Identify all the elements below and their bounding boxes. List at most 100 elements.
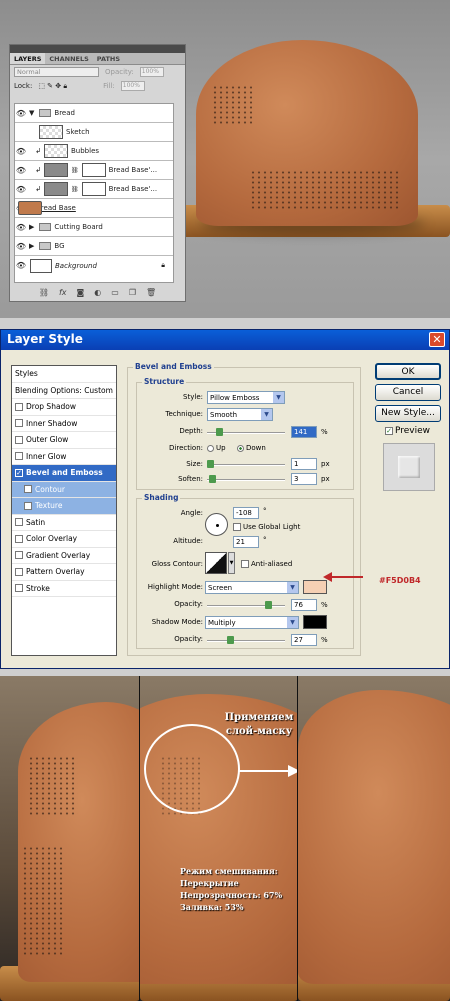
style-drop-shadow[interactable]: Drop Shadow: [12, 399, 116, 416]
checkbox[interactable]: [15, 435, 23, 444]
fx-icon[interactable]: fx: [59, 288, 67, 297]
style-contour[interactable]: Contour: [12, 481, 116, 498]
slider-knob[interactable]: [209, 475, 216, 483]
cancel-button[interactable]: Cancel: [375, 384, 441, 401]
layer-row-cutting-board[interactable]: 👁︎ ▶ Cutting Board: [15, 218, 173, 237]
panel-titlebar[interactable]: [10, 45, 185, 53]
checkbox[interactable]: [15, 402, 23, 411]
style-stroke[interactable]: Stroke: [12, 581, 116, 597]
layer-row-bread-base-copy-1[interactable]: 👁︎ ↲ ⛓ Bread Base'...: [15, 161, 173, 180]
checkbox[interactable]: [241, 560, 249, 568]
direction-down[interactable]: Down: [237, 444, 266, 452]
shadow-mode-dropdown[interactable]: Multiply ▼: [205, 616, 299, 629]
highlight-opacity-slider[interactable]: [207, 601, 285, 609]
trash-icon[interactable]: 🗑︎: [146, 288, 156, 297]
slider-knob[interactable]: [207, 460, 214, 468]
eye-icon[interactable]: 👁︎: [15, 109, 27, 118]
checkbox-checked[interactable]: ✓: [15, 468, 23, 477]
layer-row-background[interactable]: 👁︎ Background 🔒︎: [15, 256, 173, 275]
altitude-input[interactable]: 21: [233, 536, 259, 548]
checkbox[interactable]: [15, 551, 23, 560]
expand-triangle-icon[interactable]: ▶: [29, 242, 34, 250]
link-icon[interactable]: ⛓: [39, 288, 49, 297]
checkbox[interactable]: [15, 534, 23, 543]
new-style-button[interactable]: New Style...: [375, 405, 441, 422]
expand-triangle-icon[interactable]: ▶: [29, 223, 34, 231]
checkbox[interactable]: [24, 485, 32, 494]
style-outer-glow[interactable]: Outer Glow: [12, 432, 116, 449]
dialog-titlebar[interactable]: Layer Style ✕: [1, 330, 449, 350]
chevron-down-icon[interactable]: ▼: [261, 409, 272, 420]
depth-input[interactable]: 141: [291, 426, 317, 438]
angle-dial[interactable]: [205, 513, 228, 536]
checkbox[interactable]: [15, 584, 23, 593]
shadow-opacity-slider[interactable]: [207, 636, 285, 644]
style-color-overlay[interactable]: Color Overlay: [12, 531, 116, 548]
depth-slider[interactable]: [207, 428, 285, 436]
checkbox[interactable]: [15, 567, 23, 576]
chevron-down-icon[interactable]: ▼: [273, 392, 284, 403]
eye-icon[interactable]: 👁︎: [15, 166, 27, 175]
checkbox[interactable]: [24, 501, 32, 510]
layer-row-bread[interactable]: 👁︎ ▼ Bread: [15, 104, 173, 123]
soften-slider[interactable]: [207, 475, 285, 483]
folder-icon[interactable]: ▭: [111, 288, 119, 297]
highlight-mode-dropdown[interactable]: Screen ▼: [205, 581, 299, 594]
chevron-down-icon[interactable]: ▼: [287, 617, 298, 628]
chevron-down-icon[interactable]: ▼: [228, 552, 235, 574]
layer-row-sketch[interactable]: □ Sketch: [15, 123, 173, 142]
gloss-contour-swatch[interactable]: [205, 552, 227, 574]
checkbox-checked[interactable]: ✓: [385, 426, 393, 435]
eye-icon-hidden[interactable]: □: [15, 128, 27, 137]
style-satin[interactable]: Satin: [12, 515, 116, 531]
style-pattern-overlay[interactable]: Pattern Overlay: [12, 564, 116, 581]
layer-row-bread-base-copy-2[interactable]: 👁︎ ↲ ⛓ Bread Base'...: [15, 180, 173, 199]
blending-options-item[interactable]: Blending Options: Custom: [12, 383, 116, 399]
style-inner-shadow[interactable]: Inner Shadow: [12, 416, 116, 432]
adjustment-icon[interactable]: ◐: [94, 288, 101, 297]
anti-aliased[interactable]: Anti-aliased: [241, 560, 292, 568]
style-bevel-emboss[interactable]: ✓ Bevel and Emboss: [12, 465, 116, 482]
chevron-down-icon[interactable]: ▼: [287, 582, 298, 593]
tab-layers[interactable]: LAYERS: [10, 53, 46, 64]
style-dropdown[interactable]: Pillow Emboss ▼: [207, 391, 285, 404]
style-texture[interactable]: Texture: [12, 498, 116, 515]
eye-icon[interactable]: 👁︎: [15, 185, 27, 194]
checkbox[interactable]: [15, 452, 23, 461]
highlight-opacity-input[interactable]: 76: [291, 599, 317, 611]
fill-input[interactable]: 100%: [120, 81, 145, 91]
shadow-opacity-input[interactable]: 27: [291, 634, 317, 646]
checkbox[interactable]: [233, 523, 241, 531]
layer-row-bg[interactable]: 👁︎ ▶ BG: [15, 237, 173, 256]
tab-channels[interactable]: CHANNELS: [45, 53, 92, 64]
technique-dropdown[interactable]: Smooth ▼: [207, 408, 273, 421]
checkbox[interactable]: [15, 419, 23, 428]
expand-triangle-icon[interactable]: ▼: [29, 109, 34, 117]
close-icon[interactable]: ✕: [429, 332, 445, 347]
blend-mode-select[interactable]: Normal: [14, 67, 99, 77]
eye-icon[interactable]: 👁︎: [15, 261, 27, 270]
layer-row-bread-base[interactable]: 👁︎ Bread Base: [15, 199, 173, 218]
slider-knob[interactable]: [265, 601, 272, 609]
layer-row-bubbles[interactable]: 👁︎ ↲ Bubbles: [15, 142, 173, 161]
mask-thumbnail[interactable]: [81, 163, 106, 177]
radio-selected-icon[interactable]: [237, 444, 244, 452]
size-input[interactable]: 1: [291, 458, 317, 470]
opacity-input[interactable]: 100%: [139, 67, 164, 77]
size-slider[interactable]: [207, 460, 285, 468]
new-layer-icon[interactable]: ❐: [129, 288, 136, 297]
styles-header[interactable]: Styles: [12, 366, 116, 383]
mask-icon[interactable]: ◙: [77, 288, 85, 297]
slider-knob[interactable]: [227, 636, 234, 644]
preview-toggle[interactable]: ✓ Preview: [385, 426, 430, 436]
eye-icon[interactable]: 👁︎: [15, 223, 27, 232]
radio-icon[interactable]: [207, 444, 214, 452]
tab-paths[interactable]: PATHS: [93, 53, 124, 64]
ok-button[interactable]: OK: [375, 363, 441, 380]
mask-thumbnail[interactable]: [81, 182, 106, 196]
soften-input[interactable]: 3: [291, 473, 317, 485]
eye-icon[interactable]: 👁︎: [15, 242, 27, 251]
eye-icon[interactable]: 👁︎: [15, 147, 27, 156]
angle-input[interactable]: -108: [233, 507, 259, 519]
style-inner-glow[interactable]: Inner Glow: [12, 449, 116, 465]
